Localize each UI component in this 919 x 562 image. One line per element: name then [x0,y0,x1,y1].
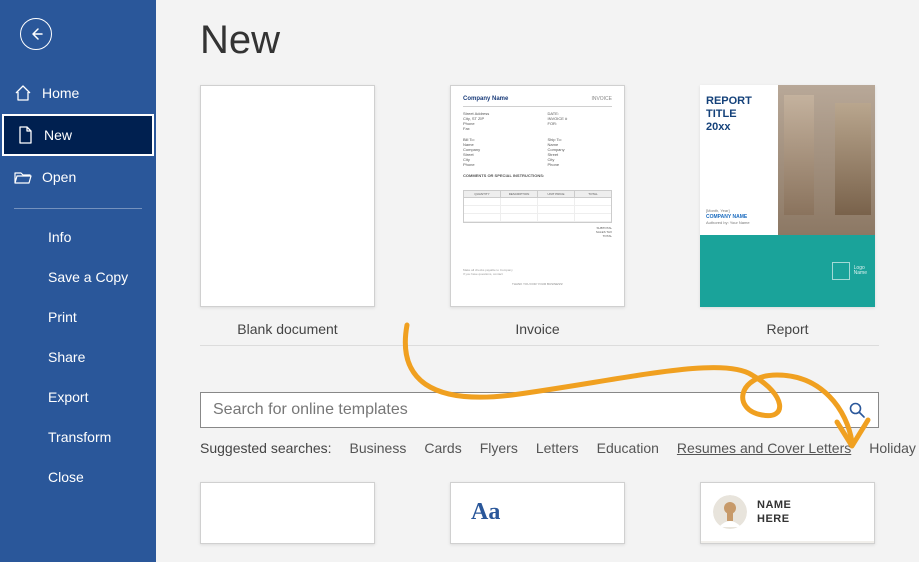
backstage-sidebar: Home New Open Info Save a Copy Print Sha… [0,0,156,562]
main-content: New Blank document Company Name INVOICE … [156,0,919,562]
template-label: Invoice [515,321,559,337]
template-item[interactable]: Aa [450,482,625,544]
template-thumbnail: Company Name INVOICE Street AddressCity,… [450,85,625,307]
template-thumbnail [200,85,375,307]
thumb-invoice-badge: INVOICE [591,96,612,102]
search-button[interactable] [836,393,878,427]
sidebar-item-open[interactable]: Open [0,156,156,198]
home-icon [14,84,32,102]
sidebar-item-label: Open [42,169,76,185]
template-thumbnail: REPORT TITLE 20xx [Month, Year] COMPANY … [700,85,875,307]
template-item[interactable] [200,482,375,544]
page-title: New [200,18,919,63]
sidebar-item-label: Home [42,85,79,101]
template-invoice[interactable]: Company Name INVOICE Street AddressCity,… [450,85,625,337]
template-search-input[interactable] [201,401,836,419]
suggested-link-flyers[interactable]: Flyers [480,440,518,456]
sidebar-item-home[interactable]: Home [0,72,156,114]
template-blank-document[interactable]: Blank document [200,85,375,337]
suggested-link-cards[interactable]: Cards [424,440,461,456]
document-icon [16,126,34,144]
sidebar-item-close[interactable]: Close [0,457,156,497]
template-item[interactable]: NAME HERE [700,482,875,544]
suggested-label: Suggested searches: [200,440,332,456]
template-thumbnail: Aa [450,482,625,544]
suggested-link-business[interactable]: Business [350,440,407,456]
sidebar-item-share[interactable]: Share [0,337,156,377]
back-button[interactable] [20,18,52,50]
back-arrow-icon [28,26,44,42]
thumb-resume-name: NAME HERE [757,498,791,527]
template-search-box[interactable] [200,392,879,428]
template-thumbnail: NAME HERE [700,482,875,544]
avatar-icon [713,495,747,529]
suggested-link-letters[interactable]: Letters [536,440,579,456]
sidebar-divider [14,208,142,209]
thumb-aa-text: Aa [451,483,624,526]
template-row: Aa NAME HERE [200,482,919,544]
template-label: Report [766,321,808,337]
template-thumbnail [200,482,375,544]
sidebar-item-print[interactable]: Print [0,297,156,337]
suggested-searches: Suggested searches: Business Cards Flyer… [200,440,885,456]
sidebar-item-export[interactable]: Export [0,377,156,417]
template-row: Blank document Company Name INVOICE Stre… [200,85,919,337]
sidebar-item-save-copy[interactable]: Save a Copy [0,257,156,297]
sidebar-item-info[interactable]: Info [0,217,156,257]
divider [200,345,879,346]
search-icon [848,401,866,419]
sidebar-item-label: New [44,127,72,143]
template-report[interactable]: REPORT TITLE 20xx [Month, Year] COMPANY … [700,85,875,337]
thumb-invoice-company: Company Name [463,96,508,102]
suggested-link-education[interactable]: Education [597,440,659,456]
template-label: Blank document [237,321,337,337]
sidebar-item-new[interactable]: New [2,114,154,156]
folder-open-icon [14,168,32,186]
suggested-link-holiday[interactable]: Holiday [869,440,916,456]
sidebar-item-transform[interactable]: Transform [0,417,156,457]
suggested-link-resumes-cover-letters[interactable]: Resumes and Cover Letters [677,440,851,456]
